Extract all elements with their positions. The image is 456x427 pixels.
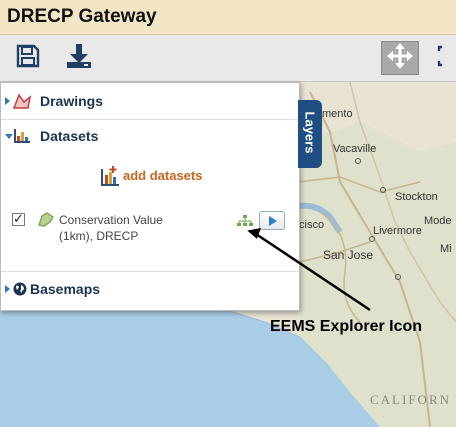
extent-button[interactable] xyxy=(436,41,456,75)
datasets-header[interactable]: Datasets xyxy=(1,119,299,153)
drawings-header[interactable]: Drawings xyxy=(1,84,299,118)
toolbar xyxy=(0,35,456,82)
globe-icon xyxy=(13,282,27,301)
dataset-label-line1: Conservation Value xyxy=(59,213,163,227)
map-label-livermore: Livermore xyxy=(373,225,422,237)
title-bar: DRECP Gateway xyxy=(0,0,456,35)
map-label-san-jose: San Jose xyxy=(323,248,374,262)
caret-right-icon xyxy=(5,97,10,105)
map-label-sacramento: mento xyxy=(322,108,353,120)
add-datasets-label: add datasets xyxy=(123,168,203,183)
drawings-section: Drawings xyxy=(1,83,299,120)
caret-right-icon xyxy=(5,285,10,293)
datasets-icon xyxy=(13,128,31,149)
extent-icon xyxy=(436,44,456,73)
play-icon xyxy=(269,216,277,226)
map-label-san-francisco: cisco xyxy=(299,219,325,231)
basemaps-label: Basemaps xyxy=(30,281,101,297)
drawings-label: Drawings xyxy=(40,93,104,109)
basemaps-section: Basemaps xyxy=(1,271,299,310)
dataset-label-line2: (1km), DRECP xyxy=(59,229,139,243)
pan-icon xyxy=(387,42,413,74)
layers-tab-label: Layers xyxy=(302,111,318,154)
basemaps-header[interactable]: Basemaps xyxy=(1,272,299,306)
dataset-polygon-icon xyxy=(37,211,55,232)
drawings-icon xyxy=(12,93,32,114)
datasets-label: Datasets xyxy=(40,128,99,144)
dataset-checkbox[interactable]: ✓ xyxy=(12,211,25,226)
eems-explorer-icon[interactable] xyxy=(237,214,253,232)
map-label-vacaville: Vacaville xyxy=(333,143,377,155)
map-label-stockton: Stockton xyxy=(395,191,438,203)
app-title: DRECP Gateway xyxy=(7,6,157,27)
map-label-mi: Mi xyxy=(440,243,452,255)
caret-down-icon xyxy=(5,134,13,139)
download-button[interactable] xyxy=(62,41,96,75)
layers-tab[interactable]: Layers xyxy=(298,100,322,168)
pan-button[interactable] xyxy=(381,41,419,75)
check-icon: ✓ xyxy=(13,211,24,226)
map-label-modesto: Mode xyxy=(424,215,452,227)
save-button[interactable] xyxy=(11,41,45,75)
map-label-state: CALIFORN xyxy=(370,392,452,407)
play-button[interactable] xyxy=(259,211,285,230)
layers-panel: Drawings Datasets add datasets ✓ Conserv… xyxy=(0,82,300,311)
dataset-label: Conservation Value (1km), DRECP xyxy=(59,212,239,244)
dataset-row: ✓ Conservation Value (1km), DRECP xyxy=(1,203,299,271)
add-datasets-icon xyxy=(99,165,121,192)
download-icon xyxy=(66,43,92,74)
annotation-callout: EEMS Explorer Icon xyxy=(270,318,423,335)
save-icon xyxy=(16,44,40,73)
